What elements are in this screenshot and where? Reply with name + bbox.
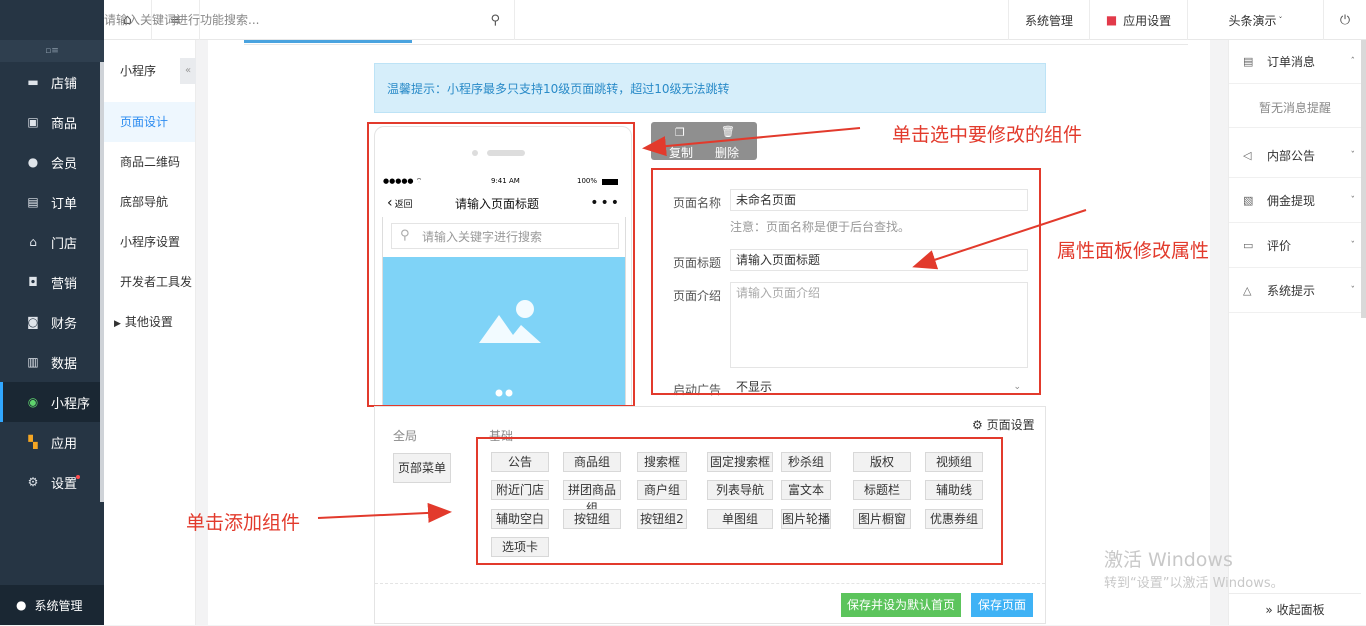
annotation-props: 属性面板修改属性 [1057, 240, 1210, 262]
annotation-add: 单击添加组件 [186, 512, 301, 534]
activation-watermark-title: 激活 Windows [1104, 549, 1233, 571]
activation-watermark-text: 转到“设置”以激活 Windows。 [1104, 576, 1284, 591]
annotation-select: 单击选中要修改的组件 [892, 124, 1083, 146]
